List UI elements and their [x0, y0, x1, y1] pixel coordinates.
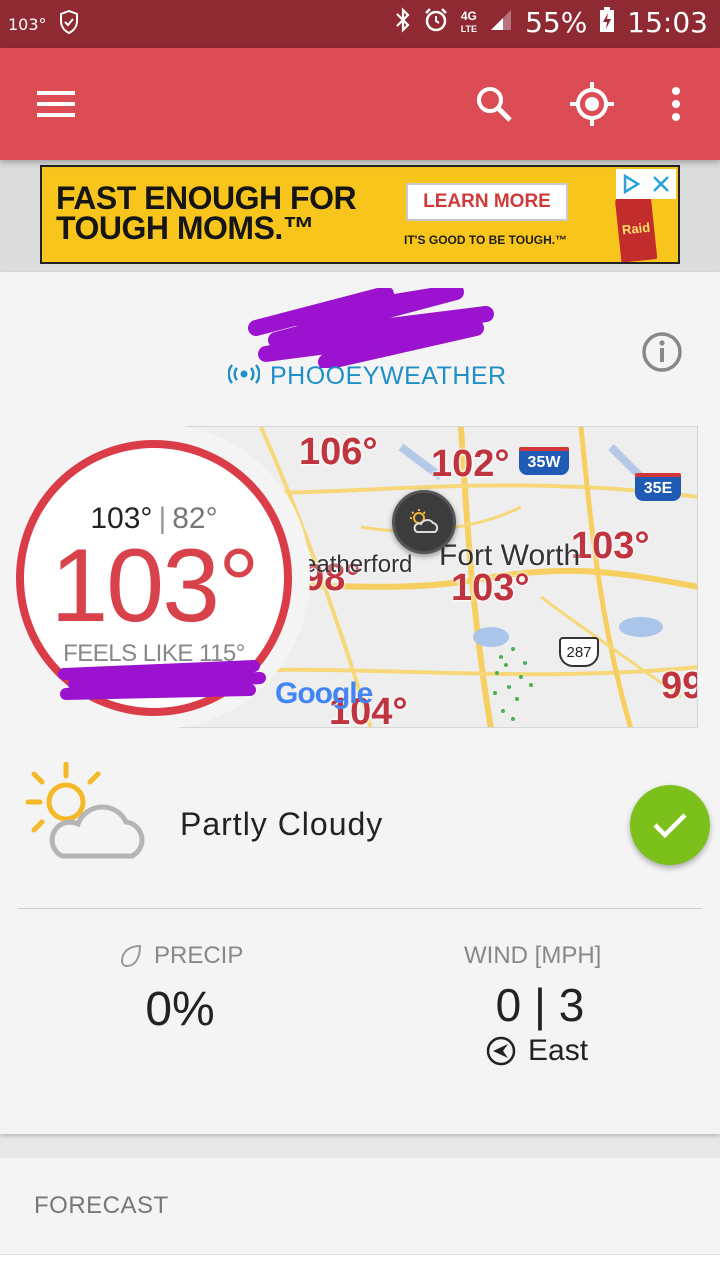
current-conditions-card: PHOOEYWEATHER 106° 102° 98° 103° Fort Wo… — [0, 272, 720, 1134]
condition-text: Partly Cloudy — [180, 806, 384, 842]
map-temp-label: 99 — [661, 665, 697, 707]
info-button[interactable] — [640, 330, 684, 374]
more-vert-icon — [672, 87, 680, 121]
bluetooth-icon — [395, 7, 411, 38]
locate-button[interactable] — [564, 76, 620, 132]
station-link[interactable]: PHOOEYWEATHER — [227, 362, 507, 391]
search-button[interactable] — [466, 76, 522, 132]
divider — [18, 908, 702, 909]
us-route-shield: 287 — [559, 637, 599, 667]
adchoices-icon[interactable] — [616, 169, 646, 199]
wind-label: WIND [MPH] — [464, 942, 602, 969]
google-logo: Google — [275, 677, 373, 710]
precip-value: 0% — [145, 983, 215, 1036]
ad-tagline: IT'S GOOD TO BE TOUGH.™ — [404, 233, 568, 247]
more-options-button[interactable] — [648, 76, 704, 132]
interstate-shield: 35W — [519, 447, 569, 475]
map-city-label: eatherford — [303, 551, 413, 578]
search-icon — [477, 87, 512, 122]
network-type-icon: 4G LTE — [460, 9, 478, 34]
battery-charging-icon — [599, 7, 615, 38]
map-temp-label: 102° — [431, 443, 510, 485]
current-temp: 103° — [50, 528, 259, 644]
check-icon — [653, 813, 687, 839]
wind-direction: East — [486, 1034, 588, 1068]
ad-banner[interactable]: FAST ENOUGH FOR TOUGH MOMS.™ LEARN MORE … — [40, 165, 680, 264]
broadcast-icon — [227, 362, 261, 391]
app-toolbar — [0, 48, 720, 160]
station-name: PHOOEYWEATHER — [270, 362, 507, 390]
menu-button[interactable] — [28, 76, 84, 132]
redaction-scribble — [248, 288, 494, 368]
ad-product-image: Raid — [614, 193, 658, 262]
status-bar: 103° 4G LTE 55% 15:03 — [0, 0, 720, 48]
map-temp-label: 103° — [571, 525, 650, 567]
condition-row: Partly Cloudy — [0, 758, 720, 878]
interstate-shield: 35E — [635, 473, 681, 501]
forecast-card: FORECAST — [0, 1158, 720, 1280]
alarm-icon — [423, 7, 449, 38]
forecast-heading: FORECAST — [34, 1192, 169, 1219]
info-icon — [642, 332, 682, 372]
shield-check-icon — [59, 9, 79, 39]
ad-close-icon[interactable] — [646, 169, 676, 199]
confirm-button[interactable] — [630, 785, 710, 865]
ad-choices — [616, 169, 676, 199]
status-temp: 103° — [8, 15, 47, 34]
clock: 15:03 — [627, 6, 708, 39]
map-temp-label: 103° — [451, 567, 530, 609]
map-temp-label: 106° — [299, 431, 378, 473]
map-conditions-button[interactable] — [392, 490, 456, 554]
menu-icon — [37, 91, 75, 117]
precip-label: PRECIP — [118, 942, 243, 970]
signal-icon — [489, 9, 513, 36]
forecast-list — [0, 1255, 720, 1280]
partly-cloudy-icon — [22, 761, 152, 867]
redaction-scribble — [58, 660, 266, 700]
battery-percent: 55% — [525, 6, 588, 39]
wind-value: 0 | 3 — [495, 979, 585, 1031]
leaf-drop-icon — [120, 944, 142, 968]
wind-direction-icon — [486, 1036, 516, 1066]
ad-headline: FAST ENOUGH FOR TOUGH MOMS.™ — [56, 180, 357, 246]
locate-icon — [570, 82, 614, 126]
ad-learn-more-button[interactable]: LEARN MORE — [406, 183, 568, 221]
ad-banner-area: FAST ENOUGH FOR TOUGH MOMS.™ LEARN MORE … — [0, 160, 720, 272]
partly-cloudy-small-icon — [410, 509, 439, 533]
